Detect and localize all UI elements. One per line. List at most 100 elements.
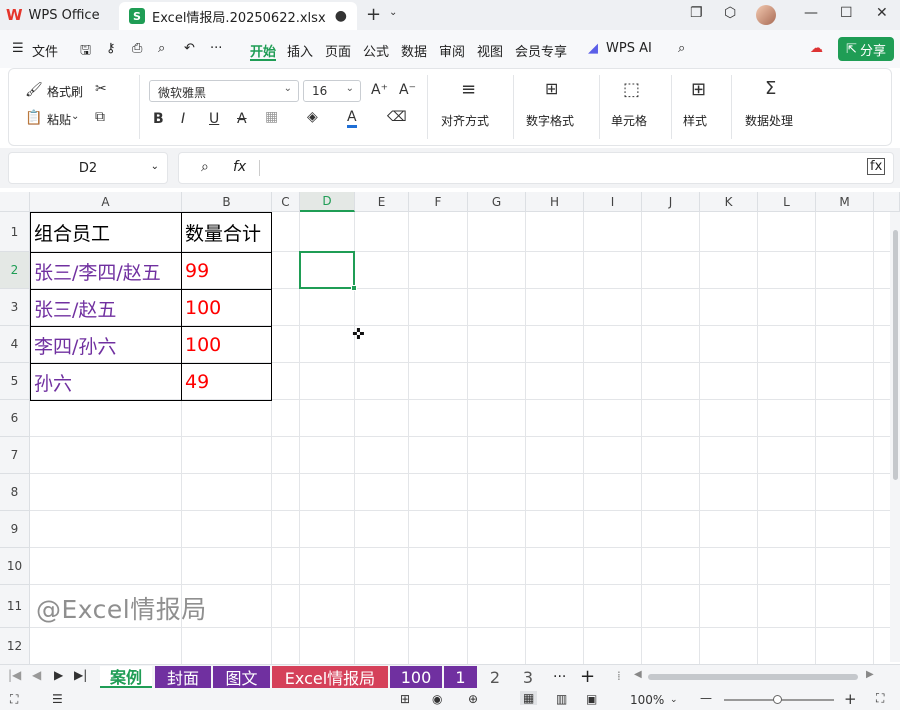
column-header[interactable]: G	[468, 192, 526, 212]
format-painter-icon[interactable]: 🖌	[25, 82, 43, 98]
column-header[interactable]: B	[182, 192, 272, 212]
column-header[interactable]: F	[409, 192, 468, 212]
sheet-tab-3[interactable]: 3	[513, 666, 543, 688]
zoom-in-icon[interactable]: +	[844, 690, 857, 708]
format-painter-button[interactable]: 格式刷	[47, 83, 83, 100]
cell-b5[interactable]: 49	[182, 364, 271, 400]
close-icon[interactable]: ✕	[876, 5, 888, 21]
underline-icon[interactable]: U	[209, 111, 219, 127]
first-sheet-icon[interactable]: |◀	[8, 668, 21, 682]
border-icon[interactable]: ▦	[265, 109, 278, 125]
data-processing-button[interactable]: 数据处理	[745, 112, 793, 129]
number-format-button[interactable]: 数字格式	[526, 112, 574, 129]
horizontal-scroll-thumb[interactable]	[648, 674, 858, 680]
hamburger-icon[interactable]: ☰	[12, 41, 24, 56]
notes-icon[interactable]: ☰	[52, 692, 63, 706]
focus-icon[interactable]: ⊕	[468, 692, 478, 706]
more-sheets-button[interactable]: ···	[553, 669, 566, 685]
cell-b4[interactable]: 100	[182, 327, 271, 363]
italic-icon[interactable]: I	[181, 111, 185, 127]
menu-start[interactable]: 开始	[250, 41, 276, 60]
tab-splitter-icon[interactable]: ⁞	[617, 669, 621, 683]
zoom-out-icon[interactable]: —	[700, 691, 712, 705]
fx-icon[interactable]: fx	[233, 159, 246, 175]
sheet-tab-2[interactable]: 2	[480, 666, 510, 688]
cell-b2[interactable]: 99	[182, 253, 271, 289]
zoom-slider-thumb[interactable]	[773, 695, 782, 704]
print-icon[interactable]: ⎙	[132, 41, 142, 56]
number-format-icon[interactable]: ⊞	[545, 79, 558, 98]
row-header-active[interactable]: 2	[0, 252, 30, 289]
menu-member[interactable]: 会员专享	[515, 41, 567, 60]
prev-sheet-icon[interactable]: ◀	[32, 668, 41, 682]
cell-a2[interactable]: 张三/李四/赵五	[31, 253, 181, 289]
spreadsheet-grid[interactable]: A B C D E F G H I J K L M 1 2 3 4 5 6 7 …	[0, 192, 900, 664]
cell-b3[interactable]: 100	[182, 290, 271, 326]
cell-button[interactable]: 单元格	[611, 112, 647, 129]
zoom-search-icon[interactable]: ⌕	[201, 159, 209, 175]
add-sheet-icon[interactable]: +	[580, 666, 595, 687]
selected-cell-d2[interactable]	[299, 251, 355, 289]
insert-function-icon[interactable]: fx	[867, 158, 886, 175]
document-tab[interactable]: S Excel情报局.20250622.xlsx ●	[119, 2, 357, 30]
cell-a3[interactable]: 张三/赵五	[31, 290, 181, 326]
chevron-down-icon[interactable]: ⌄	[389, 7, 397, 18]
cell-a5[interactable]: 孙六	[31, 364, 181, 400]
eye-protection-icon[interactable]: ◉	[432, 692, 442, 706]
restore-layout-icon[interactable]: ❐	[690, 5, 703, 21]
avatar[interactable]	[756, 5, 776, 25]
menu-review[interactable]: 审阅	[439, 41, 465, 60]
wps-home-tab[interactable]: W WPS Office	[6, 4, 100, 26]
cell-b1[interactable]: 数量合计	[182, 213, 271, 252]
fill-handle[interactable]	[351, 285, 357, 291]
vertical-scroll-thumb[interactable]	[893, 230, 898, 480]
sheet-tab-100[interactable]: 100	[390, 666, 442, 688]
formula-input[interactable]: ⌕ fx fx	[178, 152, 894, 184]
scroll-right-icon[interactable]: ▶	[866, 669, 874, 680]
row-header[interactable]: 6	[0, 400, 30, 437]
align-icon[interactable]: ≡	[461, 79, 476, 100]
strikethrough-icon[interactable]: A	[237, 111, 247, 127]
fullscreen-icon[interactable]: ⛶	[876, 691, 884, 706]
minimize-icon[interactable]: —	[804, 5, 818, 21]
menu-file[interactable]: 文件	[32, 41, 58, 60]
row-header[interactable]: 4	[0, 326, 30, 363]
increase-font-icon[interactable]: A⁺	[371, 82, 388, 98]
sheet-tab-excel-bureau[interactable]: Excel情报局	[272, 666, 388, 688]
font-size-select[interactable]: 16 ⌄	[303, 80, 361, 102]
align-button[interactable]: 对齐方式	[441, 112, 489, 129]
row-header[interactable]: 1	[0, 212, 30, 252]
undo-icon[interactable]: ↶	[184, 41, 195, 56]
paste-icon[interactable]: 📋	[25, 110, 42, 126]
copy-icon[interactable]: ⧉	[95, 109, 105, 125]
macro-icon[interactable]: ⛶	[10, 692, 18, 707]
column-header[interactable]: J	[642, 192, 700, 212]
column-header[interactable]: L	[758, 192, 816, 212]
key-icon[interactable]: ⚷	[106, 41, 116, 56]
cube-icon[interactable]: ⬡	[724, 5, 736, 21]
name-box[interactable]: D2 ⌄	[8, 152, 168, 184]
menu-view[interactable]: 视图	[477, 41, 503, 60]
row-header[interactable]: 8	[0, 474, 30, 511]
row-header[interactable]: 5	[0, 363, 30, 400]
maximize-icon[interactable]: ☐	[840, 5, 853, 21]
cell-a4[interactable]: 李四/孙六	[31, 327, 181, 363]
menu-page[interactable]: 页面	[325, 41, 351, 60]
column-header[interactable]: E	[355, 192, 409, 212]
cell-icon[interactable]: ⬚	[623, 79, 640, 100]
page-break-view-icon[interactable]: ▣	[586, 692, 597, 706]
next-sheet-icon[interactable]: ▶	[54, 668, 63, 682]
sheet-tab-cover[interactable]: 封面	[155, 666, 211, 688]
column-header[interactable]: A	[30, 192, 182, 212]
style-icon[interactable]: ⊞	[691, 79, 706, 100]
page-layout-view-icon[interactable]: ▥	[556, 692, 567, 706]
row-header[interactable]: 7	[0, 437, 30, 474]
sheet-tab-graphic[interactable]: 图文	[213, 666, 270, 688]
column-header[interactable]: M	[816, 192, 874, 212]
menu-formula[interactable]: 公式	[363, 41, 389, 60]
row-header[interactable]: 12	[0, 628, 30, 664]
table-icon[interactable]: ⊞	[400, 692, 410, 706]
column-header-active[interactable]: D	[300, 192, 355, 212]
row-header[interactable]: 3	[0, 289, 30, 326]
chevron-down-icon[interactable]: ⌄	[71, 111, 79, 122]
